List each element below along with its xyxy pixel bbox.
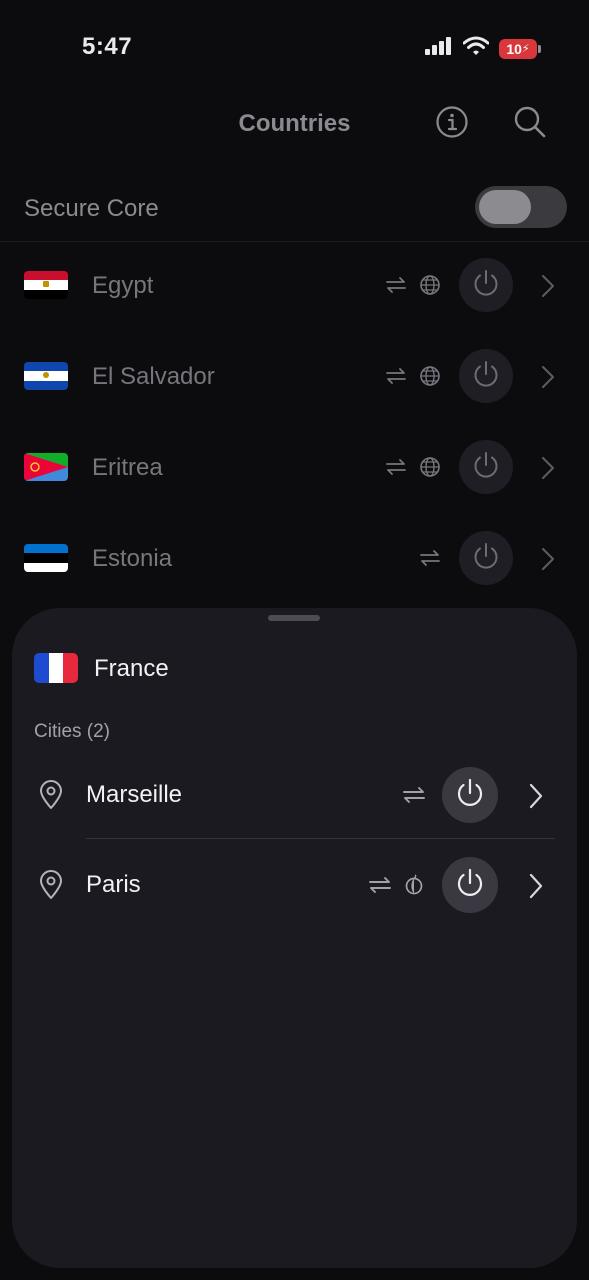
eritrea-flag-icon [24, 453, 68, 481]
search-icon [513, 105, 547, 144]
globe-icon [418, 455, 442, 479]
country-name: Egypt [92, 272, 154, 299]
screen: 5:47 10 ⚡ Countries Secure Core Egypt El… [0, 0, 589, 1280]
connect-button[interactable] [459, 531, 513, 585]
secure-core-row: Secure Core [0, 180, 589, 242]
country-name: Estonia [92, 545, 173, 572]
secure-core-label: Secure Core [24, 195, 159, 222]
country-row-eritrea[interactable]: Eritrea [0, 422, 589, 513]
connect-button[interactable] [459, 440, 513, 494]
tor-icon [401, 873, 427, 897]
globe-icon [418, 364, 442, 388]
location-pin-icon [38, 870, 64, 900]
secure-core-toggle[interactable] [475, 186, 567, 228]
info-button[interactable] [433, 105, 471, 143]
p2p-icon [384, 364, 408, 388]
sheet-grabber[interactable] [268, 615, 320, 621]
wifi-icon [462, 36, 490, 61]
status-time: 5:47 [82, 33, 133, 60]
chevron-right-icon[interactable] [539, 547, 557, 571]
globe-icon [418, 273, 442, 297]
country-row-el-salvador[interactable]: El Salvador [0, 331, 589, 422]
connect-button[interactable] [459, 349, 513, 403]
toggle-knob [479, 190, 531, 224]
p2p-icon [384, 273, 408, 297]
page-title: Countries [238, 110, 351, 137]
el-salvador-flag-icon [24, 362, 68, 390]
city-row-marseille[interactable]: Marseille [12, 749, 577, 839]
country-row-estonia[interactable]: Estonia [0, 513, 589, 604]
chevron-right-icon[interactable] [539, 456, 557, 480]
battery-level: 10 [506, 40, 522, 57]
city-name: Paris [86, 871, 141, 898]
power-icon [454, 777, 486, 814]
chevron-right-icon[interactable] [539, 365, 557, 389]
header: Countries [0, 95, 589, 153]
p2p-icon [418, 546, 442, 570]
country-row-egypt[interactable]: Egypt [0, 240, 589, 331]
status-bar: 5:47 10 ⚡ [0, 0, 589, 90]
status-icons: 10 ⚡ [425, 36, 541, 61]
estonia-flag-icon [24, 544, 68, 572]
p2p-icon [384, 455, 408, 479]
chevron-right-icon[interactable] [539, 274, 557, 298]
country-name: Eritrea [92, 454, 163, 481]
info-circle-icon [435, 105, 469, 144]
power-icon [471, 541, 501, 576]
power-icon [454, 867, 486, 904]
city-name: Marseille [86, 781, 183, 808]
sheet-country-name: France [94, 655, 169, 682]
location-pin-icon [38, 780, 64, 810]
cellular-signal-icon [425, 37, 453, 60]
power-icon [471, 450, 501, 485]
battery-icon: 10 ⚡ [499, 38, 541, 59]
country-list: Egypt El Salvador Eritrea Estonia [0, 240, 589, 604]
power-icon [471, 359, 501, 394]
egypt-flag-icon [24, 271, 68, 299]
p2p-icon [367, 873, 393, 897]
connect-button[interactable] [442, 767, 498, 823]
cities-section-label: Cities (2) [34, 721, 111, 742]
power-icon [471, 268, 501, 303]
country-name: El Salvador [92, 363, 215, 390]
connect-button[interactable] [442, 857, 498, 913]
city-row-paris[interactable]: Paris [12, 839, 577, 929]
search-button[interactable] [511, 105, 549, 143]
france-flag-icon [34, 653, 78, 683]
connect-button[interactable] [459, 258, 513, 312]
chevron-right-icon[interactable] [527, 873, 545, 899]
chevron-right-icon[interactable] [527, 783, 545, 809]
p2p-icon [401, 783, 427, 807]
country-detail-sheet: France Cities (2) Marseille Paris [12, 608, 577, 1268]
